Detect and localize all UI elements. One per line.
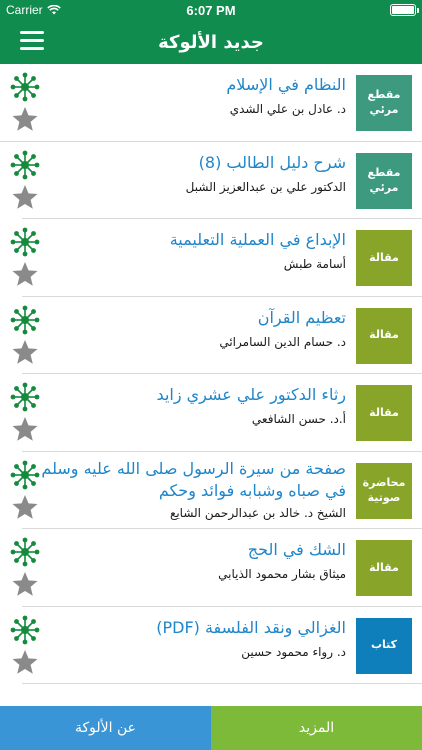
content-type-badge: مقطع مرئي <box>356 152 412 209</box>
item-author: الدكتور علي بن عبدالعزيز الشبل <box>185 179 346 194</box>
list-item[interactable]: مقالة الإبداع في العملية التعليمية أسامة ط… <box>10 219 422 297</box>
bottom-tab-bar: عن الألوكة المزيد <box>0 706 422 750</box>
item-text: رثاء الدكتور علي عشري زايد أ.د. حسن الشاف… <box>30 384 346 428</box>
page-title: جديد الألوكة <box>158 31 264 53</box>
carrier-label: Carrier <box>6 3 43 17</box>
item-title[interactable]: رثاء الدكتور علي عشري زايد <box>30 384 346 406</box>
list-item[interactable]: مقطع مرئي شرح دليل الطالب (8) الدكتور علي … <box>10 142 422 219</box>
item-title[interactable]: الشك في الحج <box>30 539 346 561</box>
content-type-badge: مقالة <box>356 307 412 364</box>
content-type-badge: مقطع مرئي <box>356 75 412 131</box>
item-title[interactable]: الغزالي ونقد الفلسفة (PDF) <box>30 617 346 639</box>
list-item[interactable]: مقالة تعظيم القرآن د. حسام الدين السامرائي <box>10 297 422 374</box>
list-item[interactable]: محاضرة صوتية صفحة من سيرة الرسول صلى الله… <box>10 452 422 529</box>
item-title[interactable]: تعظيم القرآن <box>30 307 346 329</box>
item-author: ميثاق بشار محمود الذيابي <box>218 567 346 581</box>
list-item[interactable]: مقالة الشك في الحج ميثاق بشار محمود الذياب… <box>10 529 422 607</box>
status-bar: Carrier 6:07 PM <box>0 0 422 20</box>
item-title[interactable]: الإبداع في العملية التعليمية <box>30 229 346 251</box>
hamburger-menu-icon[interactable] <box>20 31 44 51</box>
item-author: أ.د. حسن الشافعي <box>251 412 346 426</box>
list-item[interactable]: مقطع مرئي النظام في الإسلام د. عادل بن علي… <box>0 64 422 142</box>
list-item[interactable]: كتاب الغزالي ونقد الفلسفة (PDF) د. رواء مح… <box>10 607 422 684</box>
wifi-icon <box>46 5 61 15</box>
battery-icon <box>390 4 419 16</box>
item-text: الشك في الحج ميثاق بشار محمود الذيابي <box>30 539 346 583</box>
articles-list[interactable]: مقطع مرئي النظام في الإسلام د. عادل بن علي… <box>0 64 422 706</box>
content-type-badge: مقالة <box>356 385 412 441</box>
status-left: Carrier <box>6 3 61 17</box>
item-author: د. رواء محمود حسين <box>241 644 346 659</box>
item-text: صفحة من سيرة الرسول صلى الله عليه وسلم ف… <box>30 458 346 522</box>
item-author: أسامة طبش <box>283 257 346 271</box>
item-title[interactable]: صفحة من سيرة الرسول صلى الله عليه وسلم ف… <box>30 458 346 502</box>
content-type-badge: كتاب <box>356 617 412 674</box>
item-title[interactable]: النظام في الإسلام <box>30 74 346 96</box>
item-text: شرح دليل الطالب (8) الدكتور علي بن عبدالع… <box>30 152 346 196</box>
item-text: الإبداع في العملية التعليمية أسامة طبش <box>30 229 346 273</box>
item-author: د. عادل بن علي الشدي <box>229 102 346 116</box>
content-type-badge: مقالة <box>356 540 412 596</box>
content-type-badge: محاضرة صوتية <box>356 462 412 519</box>
navigation-bar: جديد الألوكة <box>0 20 422 64</box>
item-text: تعظيم القرآن د. حسام الدين السامرائي <box>30 307 346 351</box>
item-title[interactable]: شرح دليل الطالب (8) <box>30 152 346 174</box>
item-text: الغزالي ونقد الفلسفة (PDF) د. رواء محمود … <box>30 617 346 661</box>
about-tab[interactable]: عن الألوكة <box>0 706 211 750</box>
content-type-badge: مقالة <box>356 230 412 286</box>
status-time: 6:07 PM <box>186 2 236 18</box>
item-author: د. حسام الدين السامرائي <box>219 334 346 349</box>
list-item[interactable]: مقالة رثاء الدكتور علي عشري زايد أ.د. حسن … <box>10 374 422 452</box>
item-text: النظام في الإسلام د. عادل بن علي الشدي <box>30 74 346 118</box>
item-author: الشيخ د. خالد بن عبدالرحمن الشايع <box>169 505 346 520</box>
more-tab[interactable]: المزيد <box>211 706 422 750</box>
top-bar: Carrier 6:07 PM جديد الألوكة <box>0 0 422 64</box>
